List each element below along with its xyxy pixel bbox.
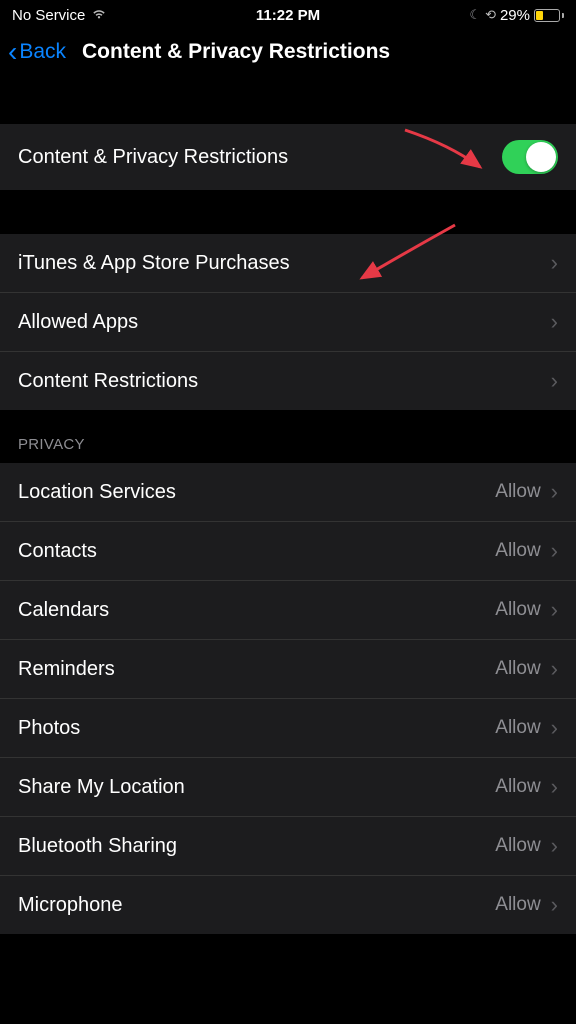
row-value: Allow <box>495 717 540 739</box>
moon-icon: ☾ <box>469 7 481 23</box>
row-label: iTunes & App Store Purchases <box>18 252 290 275</box>
chevron-right-icon: › <box>551 309 558 335</box>
row-label: Share My Location <box>18 776 185 799</box>
chevron-right-icon: › <box>551 538 558 564</box>
row-value: Allow <box>495 540 540 562</box>
allowed-apps-row[interactable]: Allowed Apps › <box>0 293 576 352</box>
row-label: Contacts <box>18 540 97 563</box>
chevron-right-icon: › <box>551 656 558 682</box>
status-left: No Service <box>12 7 107 24</box>
toggle-switch[interactable] <box>502 140 558 174</box>
privacy-group: Location Services Allow › Contacts Allow… <box>0 463 576 934</box>
battery-icon <box>534 9 564 22</box>
status-right: ☾ ⟲ 29% <box>469 7 564 24</box>
share-my-location-row[interactable]: Share My Location Allow › <box>0 758 576 817</box>
reminders-row[interactable]: Reminders Allow › <box>0 640 576 699</box>
page-title: Content & Privacy Restrictions <box>82 40 390 64</box>
section-gap <box>0 80 576 124</box>
back-label: Back <box>19 40 66 64</box>
row-label: Allowed Apps <box>18 311 138 334</box>
chevron-right-icon: › <box>551 715 558 741</box>
carrier-text: No Service <box>12 7 85 24</box>
status-time: 11:22 PM <box>256 7 320 24</box>
toggle-group: Content & Privacy Restrictions <box>0 124 576 190</box>
chevron-right-icon: › <box>551 892 558 918</box>
row-value: Allow <box>495 481 540 503</box>
chevron-right-icon: › <box>551 597 558 623</box>
location-services-row[interactable]: Location Services Allow › <box>0 463 576 522</box>
toggle-knob <box>526 142 556 172</box>
chevron-right-icon: › <box>551 774 558 800</box>
chevron-right-icon: › <box>551 368 558 394</box>
row-value: Allow <box>495 599 540 621</box>
row-label: Location Services <box>18 481 176 504</box>
toggle-label: Content & Privacy Restrictions <box>18 146 288 169</box>
chevron-right-icon: › <box>551 479 558 505</box>
contacts-row[interactable]: Contacts Allow › <box>0 522 576 581</box>
nav-bar: ‹ Back Content & Privacy Restrictions <box>0 28 576 80</box>
row-label: Calendars <box>18 599 109 622</box>
status-bar: No Service 11:22 PM ☾ ⟲ 29% <box>0 0 576 28</box>
chevron-right-icon: › <box>551 833 558 859</box>
itunes-appstore-row[interactable]: iTunes & App Store Purchases › <box>0 234 576 293</box>
row-label: Microphone <box>18 894 123 917</box>
row-value: Allow <box>495 894 540 916</box>
bluetooth-sharing-row[interactable]: Bluetooth Sharing Allow › <box>0 817 576 876</box>
row-label: Photos <box>18 717 80 740</box>
row-label: Content Restrictions <box>18 370 198 393</box>
content-restrictions-row[interactable]: Content Restrictions › <box>0 352 576 410</box>
section-gap <box>0 190 576 234</box>
lock-rotation-icon: ⟲ <box>485 7 496 23</box>
calendars-row[interactable]: Calendars Allow › <box>0 581 576 640</box>
chevron-right-icon: › <box>551 250 558 276</box>
photos-row[interactable]: Photos Allow › <box>0 699 576 758</box>
row-value: Allow <box>495 835 540 857</box>
microphone-row[interactable]: Microphone Allow › <box>0 876 576 934</box>
battery-pct: 29% <box>500 7 530 24</box>
wifi-icon <box>91 7 107 24</box>
row-label: Bluetooth Sharing <box>18 835 177 858</box>
purchases-group: iTunes & App Store Purchases › Allowed A… <box>0 234 576 410</box>
row-value: Allow <box>495 658 540 680</box>
content-privacy-toggle-row[interactable]: Content & Privacy Restrictions <box>0 124 576 190</box>
privacy-section-header: Privacy <box>0 410 576 463</box>
chevron-left-icon: ‹ <box>8 38 17 66</box>
row-label: Reminders <box>18 658 115 681</box>
back-button[interactable]: ‹ Back <box>8 38 66 66</box>
row-value: Allow <box>495 776 540 798</box>
